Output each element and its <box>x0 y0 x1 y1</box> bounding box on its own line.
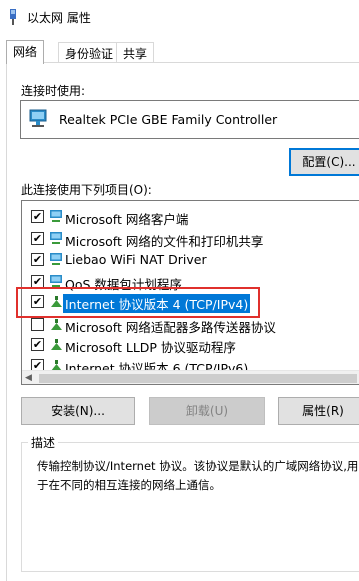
list-item-label: Liebao WiFi NAT Driver <box>65 252 207 267</box>
list-item-label: Microsoft LLDP 协议驱动程序 <box>65 340 236 355</box>
title-bar: 以太网 属性 <box>0 0 359 34</box>
list-item[interactable]: ✔ Microsoft 网络的文件和打印机共享 <box>22 228 359 249</box>
tab-authentication[interactable]: 身份验证 <box>58 42 121 63</box>
list-item[interactable]: ✔ Microsoft LLDP 协议驱动程序 <box>22 334 359 355</box>
checkbox[interactable]: ✔ <box>31 253 44 266</box>
checkbox[interactable]: ✔ <box>31 210 44 223</box>
connect-using-label: 连接时使用: <box>21 84 86 98</box>
description-text: 传输控制协议/Internet 协议。该协议是默认的广域网络协议,用于在不同的相… <box>37 459 359 492</box>
adapter-box: Realtek PCIe GBE Family Controller <box>20 100 359 139</box>
description-title: 描述 <box>28 434 59 451</box>
window-title: 以太网 属性 <box>27 11 91 25</box>
tab-networking[interactable]: 网络 <box>6 40 45 64</box>
scroll-thumb[interactable] <box>39 374 357 383</box>
scroll-left-icon[interactable]: ◀ <box>25 373 32 383</box>
list-item-label: Microsoft 网络客户端 <box>65 212 189 227</box>
protocol-icon <box>51 339 62 350</box>
nic-icon <box>29 109 47 127</box>
network-client-icon <box>50 253 62 265</box>
network-client-icon <box>50 232 62 244</box>
horizontal-scrollbar[interactable]: ◀ <box>22 370 359 384</box>
protocol-icon <box>51 319 62 330</box>
tab-sharing[interactable]: 共享 <box>116 42 155 63</box>
checkbox[interactable]: ✔ <box>31 232 44 245</box>
network-adapter-icon <box>10 9 16 25</box>
uninstall-button[interactable]: 卸载(U) <box>149 397 265 425</box>
list-item[interactable]: ✔ Liebao WiFi NAT Driver <box>22 249 359 270</box>
list-item-label: Microsoft 网络的文件和打印机共享 <box>65 234 264 249</box>
adapter-name: Realtek PCIe GBE Family Controller <box>59 112 278 127</box>
configure-button[interactable]: 配置(C)... <box>289 148 359 176</box>
install-button[interactable]: 安装(N)... <box>21 397 135 425</box>
tab-bar: 身份验证 共享 网络 <box>0 40 359 64</box>
network-client-icon <box>50 210 62 222</box>
items-label: 此连接使用下列项目(O): <box>21 183 152 197</box>
checkbox[interactable]: ✔ <box>31 338 44 351</box>
checkbox[interactable] <box>31 318 44 331</box>
properties-button[interactable]: 属性(R) <box>278 397 359 425</box>
annotation-highlight-box <box>16 287 260 318</box>
list-item[interactable]: ✔ Microsoft 网络客户端 <box>22 206 359 227</box>
